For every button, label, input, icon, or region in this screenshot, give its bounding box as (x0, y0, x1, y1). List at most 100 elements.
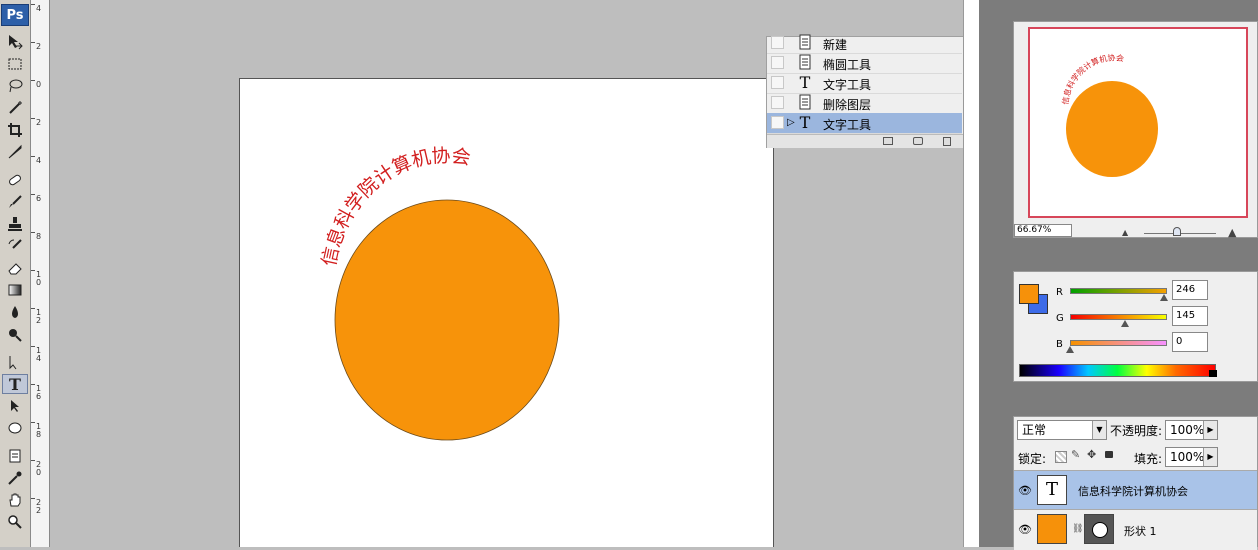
gradient-tool-icon[interactable] (2, 280, 28, 300)
zoom-in-icon[interactable]: ▲ (1228, 226, 1236, 239)
chevron-right-icon: ▶ (1203, 448, 1217, 466)
layer-name: 形状 1 (1124, 525, 1157, 538)
channel-slider-knob[interactable] (1159, 294, 1168, 301)
eyedropper-tool-icon[interactable] (2, 468, 28, 488)
ruler-tick (31, 80, 35, 81)
history-panel: 新建椭圆工具T文字工具删除图层▷T文字工具 ▲ ▼ (766, 33, 977, 148)
channel-slider-g[interactable] (1070, 314, 1167, 320)
move-tool-icon[interactable] (2, 32, 28, 52)
history-item[interactable]: 删除图层 (767, 93, 962, 114)
history-item-label: 新建 (823, 38, 848, 52)
layer-name: 信息科学院计算机协会 (1078, 485, 1188, 498)
lock-label: 锁定: (1018, 452, 1047, 466)
history-item[interactable]: 椭圆工具 (767, 53, 962, 74)
lock-pixels-icon[interactable]: ✎ (1071, 448, 1080, 461)
history-item[interactable]: T 文字工具 (767, 73, 962, 94)
blur-tool-icon[interactable] (2, 302, 28, 322)
blend-mode-select[interactable]: 正常 ▼ (1017, 420, 1107, 440)
color-spectrum-bar[interactable] (1019, 364, 1216, 377)
eye-icon[interactable]: 👁 (1018, 484, 1032, 498)
zoom-slider-knob[interactable] (1173, 227, 1181, 236)
lock-position-icon[interactable]: ✥ (1087, 448, 1096, 461)
history-brush-tool-icon[interactable] (2, 236, 28, 256)
ruler-label: 1 8 (36, 422, 42, 439)
navigator-panel: 信息科学院计算机协会 66.67% ▲ ▲ (1013, 21, 1258, 239)
link-icon[interactable]: ⛓ (1072, 524, 1083, 534)
slice-tool-icon[interactable] (2, 142, 28, 162)
opacity-value: 100% (1170, 423, 1205, 437)
black-swatch[interactable] (1209, 370, 1217, 377)
layer-row-text[interactable]: 👁 T 信息科学院计算机协会 (1014, 470, 1257, 511)
path-selection-tool-icon[interactable] (2, 352, 28, 372)
ruler-label: 1 0 (36, 270, 42, 287)
new-snapshot-icon[interactable] (913, 137, 923, 145)
opacity-label: 不透明度: (1110, 424, 1163, 438)
history-source-checkbox[interactable] (771, 76, 784, 89)
healing-brush-tool-icon[interactable] (2, 170, 28, 190)
marquee-tool-icon[interactable] (2, 54, 28, 74)
channel-slider-b[interactable] (1070, 340, 1167, 346)
hand-tool-icon[interactable] (2, 490, 28, 510)
ruler-label: 1 4 (36, 346, 42, 363)
history-source-checkbox[interactable] (771, 56, 784, 69)
history-state-arrow-icon: ▷ (787, 117, 795, 128)
notes-tool-icon[interactable] (2, 446, 28, 466)
vector-mask-thumbnail (1084, 514, 1114, 544)
document-icon (797, 54, 813, 72)
zoom-tool-icon[interactable] (2, 512, 28, 532)
channel-value-b[interactable]: 0 (1172, 332, 1208, 352)
history-footer (767, 134, 975, 148)
channel-value-r[interactable]: 246 (1172, 280, 1208, 300)
ruler-label: 2 0 (36, 460, 42, 477)
history-item-label: 删除图层 (823, 98, 872, 112)
opacity-field[interactable]: 100% ▶ (1165, 420, 1218, 440)
ruler-label: 2 2 (36, 498, 42, 515)
zoom-field[interactable]: 66.67% (1014, 224, 1072, 237)
brush-tool-icon[interactable] (2, 192, 28, 212)
layer-row-shape[interactable]: 👁 ⛓ 形状 1 (1014, 509, 1257, 550)
fill-field[interactable]: 100% ▶ (1165, 447, 1218, 467)
channel-slider-r[interactable] (1070, 288, 1167, 294)
lasso-tool-icon[interactable] (2, 76, 28, 96)
dodge-tool-icon[interactable] (2, 324, 28, 344)
history-source-checkbox[interactable] (771, 36, 784, 49)
history-source-checkbox[interactable] (771, 96, 784, 109)
ruler-tick (31, 346, 35, 347)
zoom-out-icon[interactable]: ▲ (1122, 228, 1128, 237)
ruler-label: 4 (36, 4, 42, 13)
fill-label: 填充: (1134, 452, 1163, 466)
navigator-preview: 信息科学院计算机协会 (1060, 52, 1158, 177)
type-tool-icon[interactable]: T (2, 374, 28, 394)
new-document-from-state-icon[interactable] (883, 137, 893, 145)
type-icon: T (799, 113, 811, 132)
channel-slider-knob[interactable] (1121, 320, 1130, 327)
magic-wand-tool-icon[interactable] (2, 98, 28, 118)
clone-stamp-tool-icon[interactable] (2, 214, 28, 234)
trash-icon[interactable] (943, 137, 951, 146)
document-canvas[interactable]: 信息科学院计算机协会 (239, 78, 774, 547)
ruler-tick (31, 194, 35, 195)
eye-icon[interactable]: 👁 (1018, 523, 1032, 537)
lock-transparent-icon[interactable] (1055, 451, 1067, 463)
type-icon: T (799, 73, 811, 92)
lock-all-icon[interactable] (1105, 451, 1113, 458)
channel-label-g: G (1056, 313, 1064, 324)
history-source-checkbox[interactable] (771, 116, 784, 129)
ruler-label: 8 (36, 232, 42, 241)
canvas-artwork: 信息科学院计算机协会 (318, 145, 560, 441)
history-item[interactable]: ▷ T 文字工具 (767, 113, 962, 134)
ellipse-tool-icon[interactable] (2, 418, 28, 438)
channel-value-g[interactable]: 145 (1172, 306, 1208, 326)
foreground-color-swatch[interactable] (1019, 284, 1039, 304)
eraser-tool-icon[interactable] (2, 258, 28, 278)
ruler-label: 1 2 (36, 308, 42, 325)
ruler-tick (31, 498, 35, 499)
history-item[interactable]: 新建 (767, 33, 962, 54)
orange-circle-shape[interactable] (334, 199, 560, 441)
channel-slider-knob[interactable] (1066, 346, 1074, 353)
direct-selection-tool-icon[interactable] (2, 396, 28, 416)
ruler-label: 4 (36, 156, 42, 165)
navigator-view-frame[interactable]: 信息科学院计算机协会 (1028, 27, 1248, 218)
ruler-tick (31, 384, 35, 385)
crop-tool-icon[interactable] (2, 120, 28, 140)
